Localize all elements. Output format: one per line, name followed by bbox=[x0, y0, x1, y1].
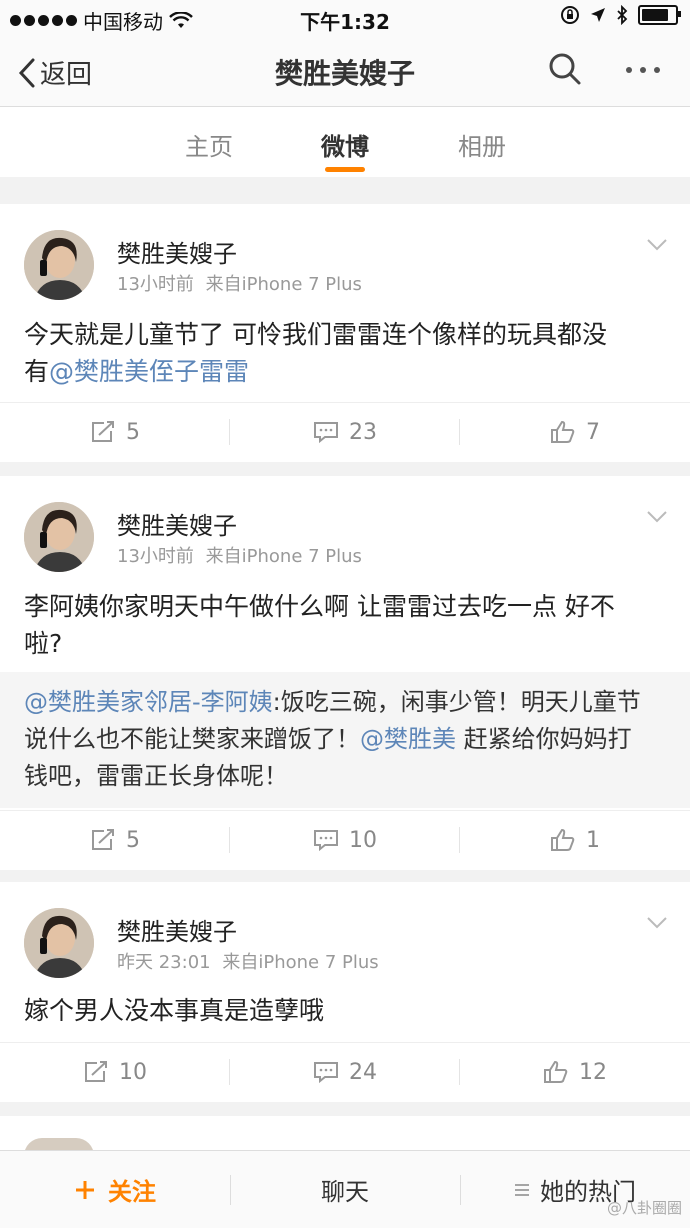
post-meta: 13小时前 来自iPhone 7 Plus bbox=[117, 270, 362, 296]
rotation-lock-icon bbox=[561, 6, 579, 24]
location-icon bbox=[591, 8, 605, 22]
comment-icon bbox=[314, 1062, 338, 1084]
chevron-down-icon[interactable] bbox=[646, 916, 668, 930]
repost-icon bbox=[92, 829, 114, 850]
post-time: 13小时前 bbox=[117, 274, 194, 295]
chevron-left-icon bbox=[18, 58, 35, 87]
post-username[interactable]: 樊胜美嫂子 bbox=[117, 234, 237, 269]
repost-text: @樊胜美家邻居-李阿姨:饭吃三碗，闲事少管！明天儿童节 说什么也不能让樊家来蹭饭… bbox=[24, 688, 641, 790]
watermark: @八卦圈圈 bbox=[606, 1199, 682, 1217]
avatar[interactable] bbox=[24, 230, 94, 300]
post-meta: 13小时前 来自iPhone 7 Plus bbox=[117, 542, 362, 568]
bluetooth-icon bbox=[617, 5, 628, 25]
post-username[interactable]: 樊胜美嫂子 bbox=[117, 506, 237, 541]
post-card: 樊胜美嫂子 13小时前 来自iPhone 7 Plus 李阿姨你家明天中午做什么… bbox=[0, 476, 690, 870]
post-text: 今天就是儿童节了 可怜我们雷雷连个像样的玩具都没 有@樊胜美侄子雷雷 bbox=[24, 320, 607, 386]
repost-count: 5 bbox=[126, 419, 140, 445]
comment-icon bbox=[314, 422, 338, 444]
comment-count: 23 bbox=[349, 419, 377, 445]
list-icon bbox=[515, 1183, 529, 1196]
repost-icon bbox=[85, 1061, 107, 1082]
repost-count: 10 bbox=[119, 1059, 147, 1085]
post-actions: 10 24 12 bbox=[0, 1042, 690, 1101]
plus-icon bbox=[76, 1180, 94, 1199]
follow-label: 关注 bbox=[108, 1178, 156, 1206]
repost-button[interactable]: 5 bbox=[0, 403, 230, 461]
bottom-action-bar: 关注 聊天 她的热门 bbox=[0, 1150, 690, 1228]
battery-icon bbox=[638, 5, 681, 25]
like-button[interactable]: 12 bbox=[460, 1043, 690, 1101]
tab-album[interactable]: 相册 bbox=[432, 127, 532, 162]
like-button[interactable]: 1 bbox=[460, 811, 690, 869]
chevron-down-icon[interactable] bbox=[646, 238, 668, 252]
comment-icon bbox=[314, 830, 338, 852]
chat-label: 聊天 bbox=[321, 1178, 369, 1206]
repost-icon bbox=[92, 421, 114, 442]
navigation-bar: 返回 樊胜美嫂子 bbox=[0, 36, 690, 107]
back-label: 返回 bbox=[40, 60, 93, 90]
comment-button[interactable]: 23 bbox=[230, 403, 460, 461]
mention-link[interactable]: @樊胜美侄子雷雷 bbox=[49, 357, 249, 386]
thumbs-up-icon bbox=[551, 828, 575, 851]
like-count: 1 bbox=[586, 827, 600, 853]
chat-button[interactable]: 聊天 bbox=[230, 1151, 460, 1228]
post-source: 来自iPhone 7 Plus bbox=[222, 952, 379, 973]
comment-button[interactable]: 24 bbox=[230, 1043, 460, 1101]
profile-tabs: 主页 微博 相册 bbox=[0, 107, 690, 177]
post-username[interactable]: 樊胜美嫂子 bbox=[117, 912, 237, 947]
post-time: 13小时前 bbox=[117, 546, 194, 567]
more-options-icon[interactable] bbox=[626, 67, 660, 73]
like-count: 12 bbox=[579, 1059, 607, 1085]
avatar[interactable] bbox=[24, 908, 94, 978]
thumbs-up-icon bbox=[551, 420, 575, 443]
post-card: 樊胜美嫂子 13小时前 来自iPhone 7 Plus 今天就是儿童节了 可怜我… bbox=[0, 204, 690, 462]
comment-button[interactable]: 10 bbox=[230, 811, 460, 869]
thumbs-up-icon bbox=[544, 1060, 568, 1083]
post-card: 樊胜美嫂子 昨天 23:01 来自iPhone 7 Plus 嫁个男人没本事真是… bbox=[0, 882, 690, 1102]
post-actions: 5 10 1 bbox=[0, 810, 690, 869]
post-meta: 昨天 23:01 来自iPhone 7 Plus bbox=[117, 948, 379, 974]
page-title: 樊胜美嫂子 bbox=[274, 57, 415, 90]
mention-link[interactable]: @樊胜美 bbox=[360, 725, 456, 753]
chevron-down-icon[interactable] bbox=[646, 510, 668, 524]
post-source: 来自iPhone 7 Plus bbox=[205, 546, 362, 567]
reposted-content[interactable]: @樊胜美家邻居-李阿姨:饭吃三碗，闲事少管！明天儿童节 说什么也不能让樊家来蹭饭… bbox=[0, 672, 690, 808]
follow-button[interactable]: 关注 bbox=[0, 1151, 230, 1228]
tab-weibo[interactable]: 微博 bbox=[295, 127, 395, 162]
repost-count: 5 bbox=[126, 827, 140, 853]
like-button[interactable]: 7 bbox=[460, 403, 690, 461]
back-button[interactable]: 返回 bbox=[18, 54, 92, 91]
active-tab-indicator bbox=[325, 167, 365, 172]
post-text: 李阿姨你家明天中午做什么啊 让雷雷过去吃一点 好不 啦? bbox=[24, 592, 615, 658]
repost-button[interactable]: 10 bbox=[0, 1043, 230, 1101]
comment-count: 24 bbox=[349, 1059, 377, 1085]
comment-count: 10 bbox=[349, 827, 377, 853]
avatar[interactable] bbox=[24, 502, 94, 572]
mention-link[interactable]: @樊胜美家邻居-李阿姨 bbox=[24, 688, 273, 716]
repost-button[interactable]: 5 bbox=[0, 811, 230, 869]
post-text: 嫁个男人没本事真是造孽哦 bbox=[24, 996, 325, 1025]
post-time: 昨天 23:01 bbox=[117, 952, 211, 973]
post-actions: 5 23 7 bbox=[0, 402, 690, 461]
status-bar: 中国移动 下午1:32 bbox=[0, 0, 690, 36]
like-count: 7 bbox=[586, 419, 600, 445]
search-icon[interactable] bbox=[548, 52, 582, 86]
tab-home[interactable]: 主页 bbox=[159, 127, 259, 162]
post-source: 来自iPhone 7 Plus bbox=[205, 274, 362, 295]
